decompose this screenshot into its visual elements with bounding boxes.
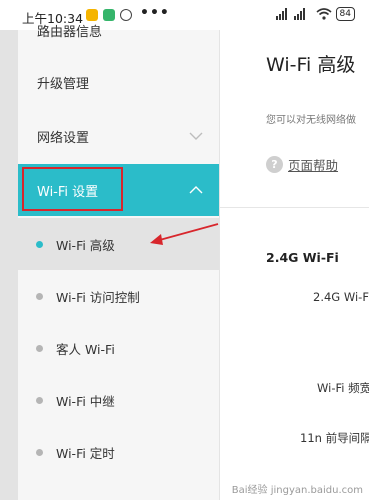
- bullet-dot-icon: [36, 292, 43, 300]
- bullet-dot-icon: [36, 344, 43, 352]
- divider: [220, 207, 369, 208]
- watermark: Bai经验 jingyan.baidu.com: [231, 485, 363, 496]
- battery-icon: 84: [335, 7, 355, 21]
- sidebar-subitem-wifi-access-control[interactable]: Wi-Fi 访问控制: [18, 270, 219, 322]
- sidebar-subitem-wifi-repeater[interactable]: Wi-Fi 中继: [18, 374, 219, 426]
- sidebar-item-label: 路由器信息: [37, 24, 103, 40]
- page-help-link[interactable]: ? 页面帮助: [266, 155, 338, 174]
- sidebar-subitem-label: Wi-Fi 中继: [56, 393, 115, 409]
- field-label-24g-wifi: 2.4G Wi-Fi: [313, 290, 369, 304]
- question-icon: ?: [266, 156, 283, 173]
- page-description: 您可以对无线网络做: [266, 115, 356, 126]
- sidebar-subitem-label: Wi-Fi 定时: [56, 445, 115, 461]
- sidebar-subitem-wifi-advanced[interactable]: Wi-Fi 高级: [18, 218, 219, 270]
- wifi-icon: [316, 8, 332, 20]
- outer-frame: [0, 30, 18, 500]
- page-help-label: 页面帮助: [288, 158, 339, 173]
- signal-icon: [275, 8, 305, 20]
- sidebar: 路由器信息 升级管理 网络设置 Wi-Fi 设置 Wi-Fi 高级 Wi-Fi …: [18, 25, 220, 500]
- main-content: Wi-Fi 高级 您可以对无线网络做 ? 页面帮助 2.4G Wi-Fi 2.4…: [220, 30, 369, 500]
- sidebar-subitem-label: Wi-Fi 访问控制: [56, 289, 140, 305]
- sidebar-subitem-wifi-schedule[interactable]: Wi-Fi 定时: [18, 426, 219, 478]
- field-label-bandwidth: Wi-Fi 频宽: [317, 381, 369, 395]
- chevron-up-icon: [189, 186, 203, 194]
- sidebar-item-network[interactable]: 网络设置: [18, 110, 219, 162]
- section-title: 2.4G Wi-Fi: [266, 250, 339, 265]
- sidebar-item-label: 网络设置: [37, 130, 90, 146]
- field-label-guard-interval: 11n 前导间隔: [300, 431, 369, 445]
- chevron-down-icon: [189, 132, 203, 140]
- sidebar-item-router-info[interactable]: 路由器信息: [18, 4, 219, 56]
- sidebar-subitem-label: Wi-Fi 高级: [56, 237, 115, 253]
- sidebar-subitem-guest-wifi[interactable]: 客人 Wi-Fi: [18, 322, 219, 374]
- bullet-dot-icon: [36, 240, 43, 248]
- sidebar-item-label: 升级管理: [37, 76, 90, 92]
- bullet-dot-icon: [36, 396, 43, 404]
- sidebar-subitem-label: 客人 Wi-Fi: [56, 341, 115, 357]
- status-indicators: 84: [275, 7, 355, 21]
- sidebar-item-upgrade[interactable]: 升级管理: [18, 56, 219, 108]
- annotation-box: [22, 167, 123, 211]
- bullet-dot-icon: [36, 448, 43, 456]
- page-title: Wi-Fi 高级: [266, 54, 356, 76]
